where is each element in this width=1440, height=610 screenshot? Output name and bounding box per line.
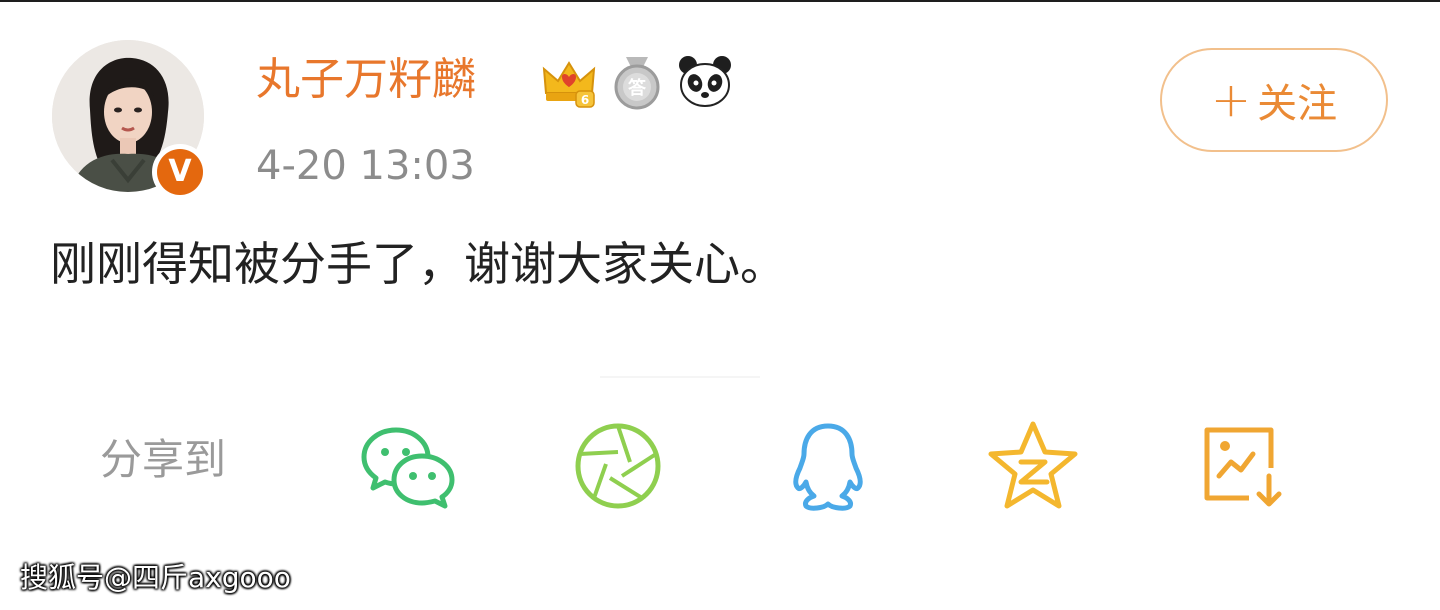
follow-button-label: 关注	[1257, 81, 1338, 127]
save-image-icon	[1204, 427, 1282, 507]
plus-icon: +	[1210, 72, 1252, 128]
share-label: 分享到	[100, 435, 227, 484]
qzone-star-icon	[988, 421, 1078, 509]
panda-icon[interactable]	[676, 53, 734, 111]
answer-medal-icon[interactable]: 答	[608, 53, 666, 111]
share-wechat-button[interactable]	[360, 418, 456, 514]
top-divider	[0, 0, 1440, 2]
qq-penguin-icon	[793, 423, 863, 511]
share-moments-button[interactable]	[570, 418, 666, 514]
share-qzone-button[interactable]	[985, 418, 1081, 514]
post-text: 刚刚得知被分手了，谢谢大家关心。	[50, 237, 786, 291]
moments-aperture-icon	[575, 423, 661, 509]
faint-divider	[600, 376, 760, 378]
wechat-icon	[361, 427, 455, 509]
post-timestamp: 4-20 13:03	[256, 143, 475, 189]
user-badges: 6 答	[540, 50, 734, 114]
username[interactable]: 丸子万籽麟	[256, 48, 476, 112]
watermark: 搜狐号@四斤axgooo	[20, 561, 291, 594]
crown-level-number: 6	[581, 93, 589, 107]
share-qq-button[interactable]	[780, 418, 876, 514]
crown-level-icon[interactable]: 6	[540, 53, 598, 111]
share-save-image-button[interactable]	[1195, 418, 1291, 514]
verified-badge: V	[152, 144, 208, 200]
answer-medal-text: 答	[628, 77, 647, 99]
follow-button[interactable]: + 关注	[1160, 48, 1388, 152]
verified-v-icon: V	[157, 149, 203, 195]
